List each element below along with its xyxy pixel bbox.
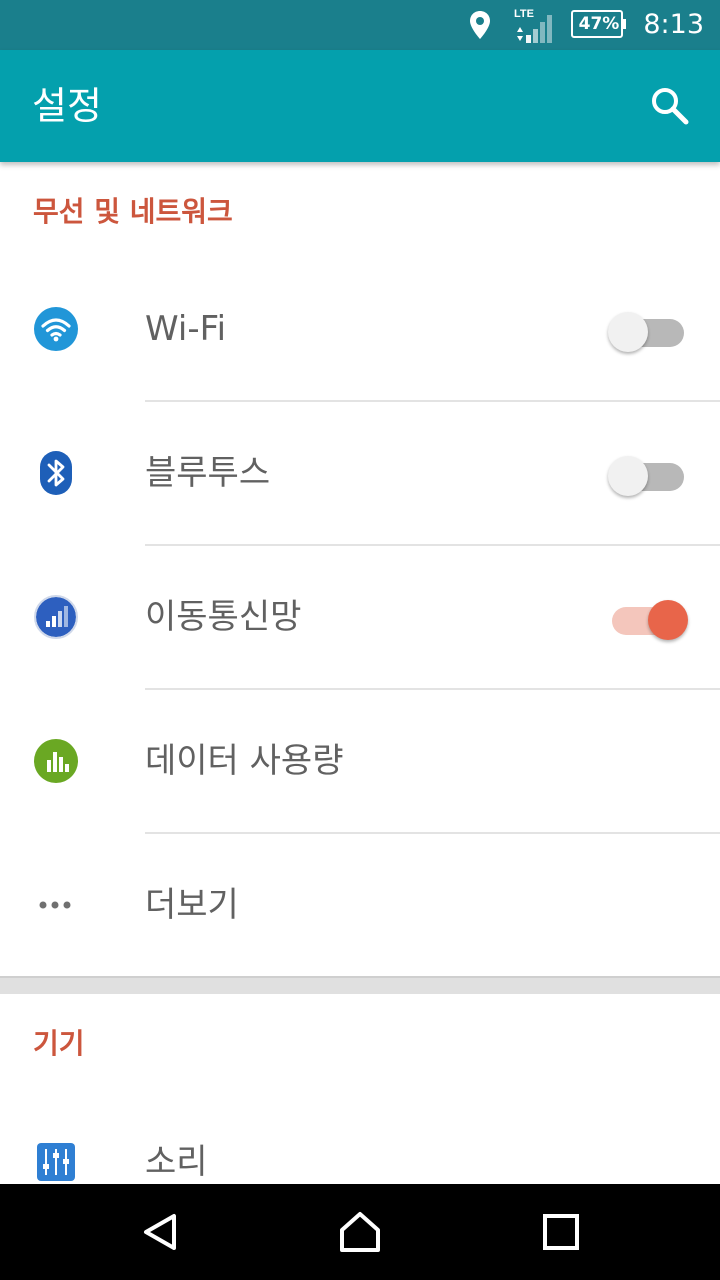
battery-percent: 47% — [578, 14, 620, 34]
section-header-wireless: 무선 및 네트워크 — [33, 195, 233, 228]
lte-label: LTE — [514, 8, 534, 20]
toggle-thumb — [608, 312, 648, 352]
section-separator — [0, 976, 720, 994]
status-bar: LTE 47% 8:13 — [0, 0, 720, 50]
bluetooth-icon — [33, 450, 79, 496]
battery-icon: 47% — [571, 10, 627, 38]
settings-item-bluetooth[interactable]: 블루투스 — [0, 401, 720, 545]
search-icon — [652, 88, 689, 125]
lte-signal-icon: LTE — [512, 0, 556, 50]
page-title: 설정 — [32, 84, 102, 128]
settings-item-mobile-network[interactable]: 이동통신망 — [0, 545, 720, 689]
settings-item-wifi[interactable]: Wi-Fi — [0, 257, 720, 401]
section-header-device: 기기 — [33, 1027, 85, 1060]
settings-item-more[interactable]: 더보기 — [0, 833, 720, 977]
settings-item-label: 이동통신망 — [145, 597, 302, 637]
back-button[interactable] — [136, 1208, 184, 1256]
data-usage-icon — [33, 738, 79, 784]
search-button[interactable] — [648, 84, 692, 128]
settings-item-label: 더보기 — [145, 885, 239, 925]
mobile-network-toggle[interactable] — [606, 595, 690, 640]
bluetooth-toggle[interactable] — [606, 451, 690, 496]
home-icon — [340, 1212, 380, 1252]
location-icon — [468, 0, 492, 50]
app-bar: 설정 — [0, 50, 720, 162]
settings-item-label: 블루투스 — [145, 453, 271, 493]
back-icon — [144, 1214, 176, 1250]
status-time: 8:13 — [643, 9, 704, 40]
settings-item-label: 데이터 사용량 — [145, 741, 344, 781]
home-button[interactable] — [336, 1208, 384, 1256]
wifi-toggle[interactable] — [606, 307, 690, 352]
settings-item-label: Wi-Fi — [145, 309, 227, 349]
settings-item-data-usage[interactable]: 데이터 사용량 — [0, 689, 720, 833]
sound-equalizer-icon — [33, 1139, 79, 1185]
more-dots-icon — [33, 882, 79, 928]
recents-button[interactable] — [537, 1208, 585, 1256]
navigation-bar — [0, 1184, 720, 1280]
toggle-thumb — [648, 600, 688, 640]
toggle-thumb — [608, 456, 648, 496]
mobile-network-icon — [33, 594, 79, 640]
wifi-icon — [33, 306, 79, 352]
recents-icon — [543, 1214, 579, 1250]
